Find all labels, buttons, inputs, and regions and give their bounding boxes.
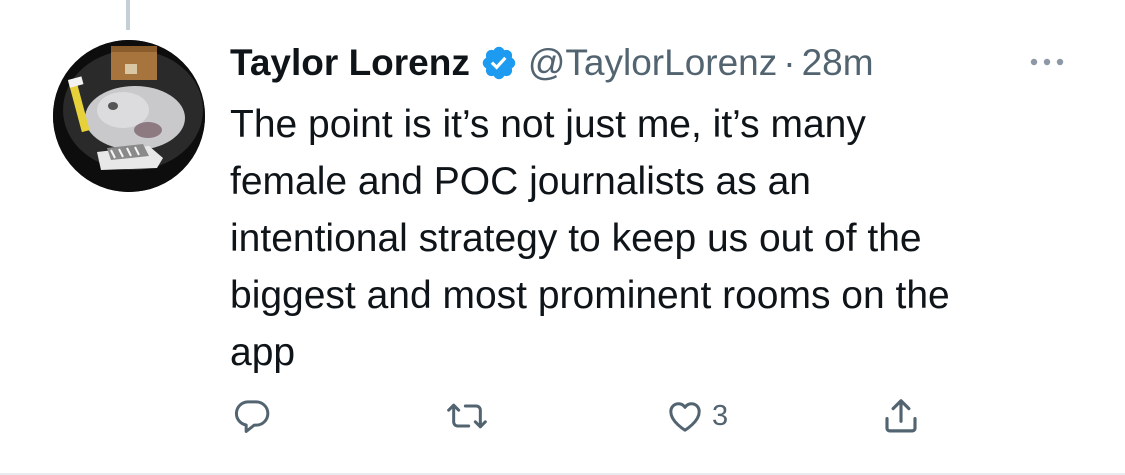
avatar[interactable]	[53, 40, 205, 192]
thread-connector-line	[126, 0, 130, 30]
separator-dot: ·	[783, 42, 796, 83]
timestamp[interactable]: 28m	[802, 42, 874, 84]
share-icon	[885, 399, 917, 433]
avatar-image	[53, 40, 205, 192]
tweet-text: The point is it’s not just me, it’s many…	[230, 103, 950, 374]
reply-icon	[234, 400, 270, 433]
more-options-icon[interactable]	[1025, 44, 1069, 80]
tweet-header: Taylor Lorenz @TaylorLorenz · 28m	[230, 38, 874, 88]
retweet-icon	[447, 403, 487, 429]
user-handle[interactable]: @TaylorLorenz	[528, 42, 777, 84]
heart-icon	[669, 402, 701, 432]
share-button[interactable]	[880, 393, 922, 439]
verified-badge-icon	[480, 44, 518, 82]
retweet-button[interactable]	[443, 393, 491, 439]
like-button[interactable]: 3	[664, 393, 728, 439]
reply-button[interactable]	[232, 393, 272, 439]
like-count: 3	[712, 399, 729, 432]
display-name[interactable]: Taylor Lorenz	[230, 42, 470, 84]
